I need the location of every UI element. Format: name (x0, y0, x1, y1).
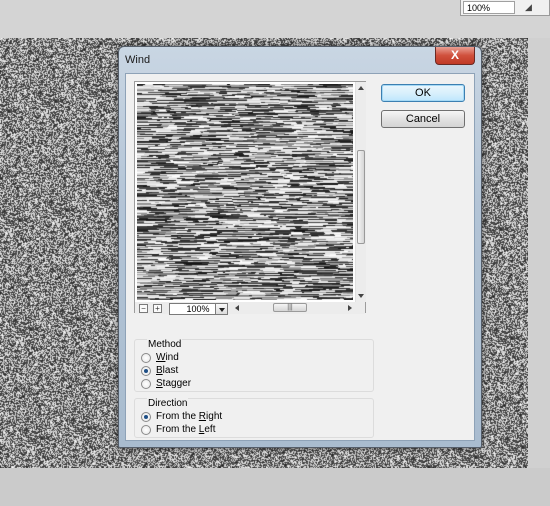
radio-label: Blast (156, 365, 179, 376)
canvas-bottom-margin (0, 468, 550, 506)
scroll-down-icon[interactable] (358, 294, 364, 298)
zoom-in-button[interactable]: + (153, 304, 162, 313)
close-icon: X (450, 48, 459, 62)
preview-bottom-bar: − + 100% ||| (135, 302, 365, 315)
method-group: Method Wind Blast Stagger (134, 339, 374, 392)
scroll-left-icon[interactable] (235, 305, 239, 311)
canvas-right-margin (528, 38, 550, 468)
zoom-control: ◢ (460, 0, 550, 16)
radio-label: From the Left (156, 424, 216, 435)
dialog-client-area: − + 100% ||| OK Cancel Method Wind Blast (125, 73, 475, 441)
radio-label: Wind (156, 352, 179, 363)
scroll-right-icon[interactable] (348, 305, 352, 311)
filter-preview[interactable]: − + 100% ||| (134, 81, 366, 315)
wind-dialog: Wind X − + 100% ||| OK Cancel Method Win… (118, 46, 482, 448)
close-button[interactable]: X (435, 47, 475, 65)
ok-button[interactable]: OK (381, 84, 465, 102)
zoom-dropdown-button[interactable] (215, 303, 228, 315)
direction-group: Direction From the Right From the Left (134, 398, 374, 438)
dialog-title: Wind (125, 54, 151, 66)
vertical-scroll-thumb[interactable] (357, 150, 365, 244)
preview-image (137, 84, 353, 300)
radio-button[interactable] (141, 425, 151, 435)
radio-label: From the Right (156, 411, 223, 422)
zoom-slider-icon[interactable]: ◢ (525, 2, 532, 13)
direction-group-label: Direction (147, 398, 189, 409)
radio-label: Stagger (156, 378, 192, 389)
method-group-label: Method (147, 339, 183, 350)
preview-vertical-scrollbar[interactable] (355, 82, 366, 302)
zoom-out-button[interactable]: − (139, 304, 148, 313)
zoom-input[interactable] (463, 1, 515, 14)
cancel-button[interactable]: Cancel (381, 110, 465, 128)
horizontal-scroll-thumb[interactable]: ||| (273, 303, 307, 312)
dialog-titlebar[interactable]: Wind X (119, 47, 481, 73)
radio-button[interactable] (141, 353, 151, 363)
scroll-up-icon[interactable] (358, 86, 364, 90)
radio-button-checked[interactable] (141, 366, 151, 376)
radio-button-checked[interactable] (141, 412, 151, 422)
radio-button[interactable] (141, 379, 151, 389)
